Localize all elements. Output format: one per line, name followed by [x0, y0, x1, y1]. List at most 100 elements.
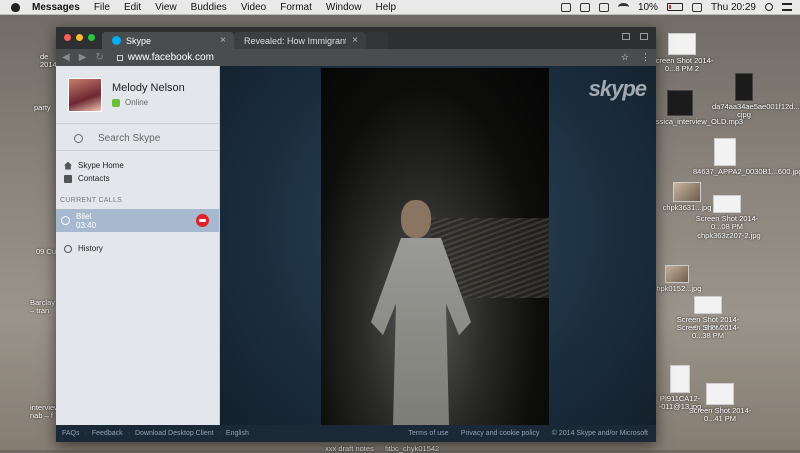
home-icon — [64, 161, 72, 170]
desktop-file-icon[interactable]: chpk363z207-2.jpg — [697, 232, 761, 240]
bookmark-star-icon[interactable]: ☆ — [621, 52, 629, 63]
desktop-file-icon[interactable]: da74aa34ae5ae001f12d...25 cjpg — [712, 73, 800, 119]
file-thumbnail-icon — [670, 365, 690, 393]
minimize-window-button[interactable] — [76, 34, 83, 41]
menu-file[interactable]: File — [94, 2, 110, 13]
file-thumbnail-icon — [694, 296, 722, 314]
wifi-icon[interactable] — [617, 3, 629, 11]
zoom-window-button[interactable] — [88, 34, 95, 41]
menu-buddies[interactable]: Buddies — [191, 2, 227, 13]
flag-icon[interactable] — [691, 2, 702, 12]
screen-icon[interactable] — [560, 2, 571, 12]
forward-arrow-icon[interactable]: ▶ — [79, 52, 87, 63]
sidebar-item-history[interactable]: History — [56, 242, 219, 255]
online-status-icon — [112, 98, 120, 107]
desktop-file-icon[interactable]: Jessica_interview_OLD.mp3 — [648, 90, 743, 126]
file-thumbnail-icon — [706, 383, 734, 405]
tab-close-button[interactable]: × — [220, 35, 226, 46]
profile-icon[interactable] — [622, 33, 630, 40]
contacts-icon — [64, 174, 72, 183]
footer-link-download[interactable]: Download Desktop Client — [135, 430, 214, 437]
tab-skype[interactable]: Skype × — [102, 32, 234, 49]
desktop-item-left-3[interactable]: 09 Cu — [36, 248, 56, 256]
footer-link-terms[interactable]: Terms of use — [408, 430, 448, 437]
new-tab-button[interactable] — [366, 32, 388, 49]
battery-icon[interactable] — [666, 3, 683, 11]
lock-icon — [116, 54, 123, 61]
footer-copyright: © 2014 Skype and/or Microsoft — [551, 430, 648, 437]
menu-help[interactable]: Help — [375, 2, 396, 13]
desktop-file-icon[interactable]: Screen Shot 2014-0...41 PM — [688, 383, 752, 423]
spotlight-icon[interactable] — [765, 3, 773, 11]
sidebar-item-contacts[interactable]: Contacts — [56, 172, 219, 185]
search-input[interactable]: Search Skype — [56, 126, 219, 151]
url-field[interactable]: www.facebook.com — [128, 52, 214, 63]
profile-name: Melody Nelson — [112, 82, 185, 94]
video-person-head — [401, 200, 431, 238]
footer-link-feedback[interactable]: Feedback — [92, 430, 123, 437]
file-thumbnail-icon — [668, 33, 696, 55]
remote-video-feed[interactable] — [321, 68, 549, 425]
back-arrow-icon[interactable]: ◀ — [62, 52, 70, 63]
file-thumbnail-icon — [735, 73, 753, 101]
menu-video[interactable]: Video — [241, 2, 266, 13]
hang-up-button[interactable] — [196, 214, 209, 227]
desktop-file-icon[interactable]: Screen Shot 2014-0...38 PM — [676, 324, 740, 340]
skype-web-app: Melody Nelson Online Search Skype Skype … — [56, 66, 656, 442]
file-thumbnail-icon — [665, 265, 689, 283]
menu-app-name[interactable]: Messages — [32, 2, 80, 13]
profile-header[interactable]: Melody Nelson Online — [56, 66, 219, 124]
reload-icon[interactable]: ↻ — [95, 52, 103, 63]
desktop-file-icon[interactable]: Screen Shot 2014-0...8 PM 2 — [650, 33, 714, 73]
desktop-file-icon[interactable]: 84637_APPA2_0030B1...600.jpg — [693, 138, 800, 176]
menu-view[interactable]: View — [155, 2, 177, 13]
file-thumbnail-icon — [713, 195, 741, 213]
footer-link-faqs[interactable]: FAQs — [62, 430, 80, 437]
status-text: Online — [125, 98, 149, 107]
tab-article[interactable]: Revealed: How Immigrants Are Ga × — [234, 32, 366, 49]
browser-window: Skype × Revealed: How Immigrants Are Ga … — [56, 27, 656, 442]
desktop-item-bottom-1[interactable]: xxx draft notes — [325, 445, 374, 453]
menu-edit[interactable]: Edit — [124, 2, 141, 13]
current-call-item[interactable]: Bilel 03:40 — [56, 209, 219, 232]
search-icon — [74, 133, 83, 143]
address-bar-actions: ☆ ⋮ — [621, 52, 650, 63]
search-placeholder: Search Skype — [98, 132, 161, 144]
battery-percent[interactable]: 10% — [638, 2, 658, 13]
menu-format[interactable]: Format — [280, 2, 312, 13]
video-call-area[interactable]: skype — [220, 66, 656, 425]
address-bar: ◀ ▶ ↻ www.facebook.com ☆ ⋮ — [56, 49, 656, 66]
status-row[interactable]: Online — [112, 98, 185, 107]
clock-icon[interactable] — [598, 2, 609, 12]
footer-link-language[interactable]: English — [226, 430, 249, 437]
desktop-item-left-1[interactable]: de 2014 — [40, 53, 57, 69]
menu-window[interactable]: Window — [326, 2, 362, 13]
desktop-item-left-2[interactable]: party — [34, 104, 51, 112]
skype-sidebar: Melody Nelson Online Search Skype Skype … — [56, 66, 220, 442]
phone-icon — [61, 216, 70, 225]
sidebar-item-home[interactable]: Skype Home — [56, 159, 219, 172]
skype-logo: skype — [588, 76, 647, 101]
menu-bar: Messages File Edit View Buddies Video Fo… — [0, 0, 800, 15]
fullscreen-icon[interactable] — [640, 33, 648, 40]
browser-user-controls — [622, 33, 648, 40]
skype-footer: FAQs · Feedback · Download Desktop Client ·… — [56, 425, 656, 442]
desktop-item-left-4[interactable]: Barclay – tran — [30, 299, 55, 315]
avatar[interactable] — [68, 77, 102, 112]
footer-link-privacy[interactable]: Privacy and cookie policy — [461, 430, 540, 437]
airplay-icon[interactable] — [579, 2, 590, 12]
desktop-file-icon[interactable]: Screen Shot 2014-0...08 PM — [695, 195, 759, 231]
file-thumbnail-icon — [714, 138, 736, 166]
tab-close-button[interactable]: × — [352, 35, 358, 46]
window-controls — [64, 34, 95, 41]
menu-dots-icon[interactable]: ⋮ — [641, 52, 650, 63]
apple-menu-icon[interactable] — [10, 2, 22, 12]
call-duration: 03:40 — [76, 220, 97, 230]
desktop-item-bottom-2[interactable]: fitbc_chyk01542 — [385, 445, 439, 453]
menu-clock[interactable]: Thu 20:29 — [711, 2, 756, 13]
call-contact-name: Bilel — [76, 211, 92, 221]
history-clock-icon — [64, 244, 72, 253]
notification-center-icon[interactable] — [782, 3, 792, 11]
close-window-button[interactable] — [64, 34, 71, 41]
skype-favicon-icon — [112, 36, 121, 45]
